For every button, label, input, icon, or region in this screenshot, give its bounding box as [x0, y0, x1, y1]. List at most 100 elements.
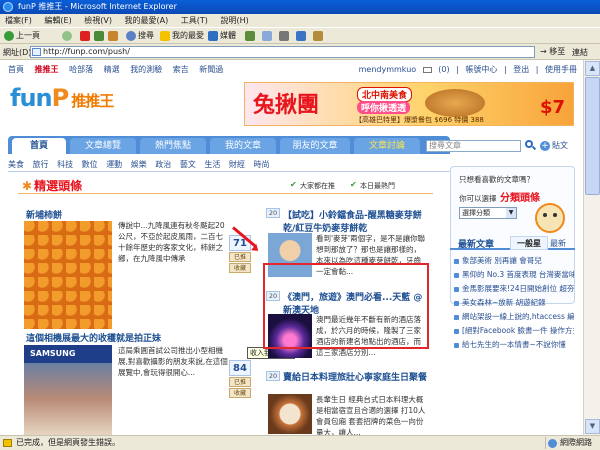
address-input[interactable]: http://funp.com/push/: [30, 46, 535, 58]
list-item[interactable]: 金馬影展要來!24日開始創位 超夯熱門片搶先看: [454, 282, 574, 296]
nav-quiz[interactable]: 我的測驗: [130, 65, 162, 74]
nav-push[interactable]: 推推王: [35, 65, 59, 74]
tab-newest[interactable]: 最新: [550, 238, 566, 249]
nav-blog[interactable]: 哈部落: [69, 65, 93, 74]
links-button[interactable]: 連結: [572, 47, 588, 58]
menu-edit[interactable]: 編輯(E): [39, 14, 76, 27]
list-item[interactable]: 美女森林~放新 胡遊紀錄: [454, 296, 574, 310]
tab-home[interactable]: 首頁: [12, 138, 66, 154]
go-button[interactable]: → 移至: [540, 46, 565, 58]
subcat-finance[interactable]: 財經: [229, 160, 245, 169]
list-item[interactable]: 網站架設一線上說的,htaccess 編輯器 ! 4模板 分類管理【Mimet】: [454, 310, 574, 324]
username[interactable]: mendymmkuo: [359, 65, 417, 74]
print-button[interactable]: [279, 30, 291, 42]
scroll-up-icon[interactable]: ▲: [585, 61, 600, 76]
tab-my-articles[interactable]: 我的文章: [210, 138, 276, 154]
logout-link[interactable]: 登出: [513, 65, 529, 74]
vote-count: 84: [229, 360, 251, 376]
user-bar: mendymmkuo (0) | 帳號中心 | 登出 | 使用手冊: [358, 65, 577, 74]
article-title-link[interactable]: 賣給日本料理旅壯心寧家庭生日聚餐: [283, 370, 431, 383]
menu-help[interactable]: 說明(H): [215, 14, 253, 27]
subcat-travel[interactable]: 旅行: [33, 160, 49, 169]
tab-hot[interactable]: 熱門焦點: [140, 138, 206, 154]
nav-news[interactable]: 新聞過: [199, 65, 223, 74]
camera-expo-image[interactable]: SAMSUNG: [24, 345, 112, 435]
subcat-fashion[interactable]: 時尚: [253, 160, 269, 169]
menu-view[interactable]: 檢視(V): [79, 14, 117, 27]
refresh-button[interactable]: [94, 30, 106, 42]
subcat-politics[interactable]: 政治: [155, 160, 171, 169]
bread-image: [425, 89, 485, 117]
pushed-button[interactable]: 已推: [229, 377, 251, 387]
save-button[interactable]: 收藏: [229, 263, 251, 273]
food-photo[interactable]: [268, 394, 312, 434]
nav-misc[interactable]: 索吉: [173, 65, 189, 74]
tab-friends-articles[interactable]: 朋友的文章: [280, 138, 350, 154]
mascot-icon: [531, 201, 569, 235]
persimmon-image[interactable]: [24, 221, 112, 329]
article-title-link[interactable]: 新埔柿餅: [26, 208, 126, 221]
subcat-tech[interactable]: 科技: [57, 160, 73, 169]
subcat-digital[interactable]: 數位: [82, 160, 98, 169]
list-item[interactable]: 黑仰的 No.3 首度表現 台灣麥當味程式與入龍 棋王審查: [454, 268, 574, 282]
edit-button[interactable]: [296, 30, 308, 42]
subcat-life[interactable]: 生活: [204, 160, 220, 169]
save-button[interactable]: 收藏: [229, 388, 251, 398]
address-bar: 網址(D) http://funp.com/push/ → 移至 連結: [0, 44, 600, 60]
plus-icon: +: [540, 141, 550, 151]
menu-bar: 檔案(F) 編輯(E) 檢視(V) 我的最愛(A) 工具(T) 說明(H): [0, 14, 600, 27]
search-input[interactable]: 搜尋文章: [426, 140, 521, 152]
tab-discussion[interactable]: 文章討論: [354, 138, 420, 154]
article-title-link[interactable]: 這個相機展最大的收穫就是拍正妹: [26, 331, 236, 344]
sort-everyone-push[interactable]: ✔ 大家都在推: [290, 181, 335, 191]
mail-button[interactable]: [262, 30, 274, 42]
tab-all-articles[interactable]: 文章總覽: [70, 138, 136, 154]
category-select[interactable]: 選擇分類 ▼: [459, 207, 517, 219]
sort-daily-hot[interactable]: ✔ 本日最熱門: [350, 181, 395, 191]
history-button[interactable]: [245, 30, 257, 42]
subcat-arts[interactable]: 藝文: [180, 160, 196, 169]
nav-home[interactable]: 首頁: [8, 65, 24, 74]
print-icon: [279, 30, 289, 41]
forward-button[interactable]: [62, 30, 74, 42]
favorites-button[interactable]: 我的最愛: [160, 30, 204, 42]
menu-file[interactable]: 檔案(F): [0, 14, 37, 27]
site-logo[interactable]: funP 推推王: [10, 84, 114, 112]
home-icon: [108, 30, 118, 41]
scroll-down-icon[interactable]: ▼: [585, 419, 600, 434]
subcat-entertainment[interactable]: 娛樂: [131, 160, 147, 169]
vertical-scrollbar[interactable]: ▲ ▼: [583, 60, 600, 435]
section-divider: [18, 193, 433, 194]
tab-latest[interactable]: 最新文章: [458, 237, 494, 250]
manual-link[interactable]: 使用手冊: [545, 65, 577, 74]
list-item[interactable]: 象部美術 別再讓 會哥兒: [454, 254, 574, 268]
subcat-food[interactable]: 美食: [8, 160, 24, 169]
discuss-button[interactable]: [313, 30, 325, 42]
back-button[interactable]: 上一頁: [4, 30, 40, 42]
subcat-sports[interactable]: 運動: [106, 160, 122, 169]
post-article-button[interactable]: + 貼文: [538, 139, 568, 153]
scroll-thumb[interactable]: [585, 77, 600, 195]
article-title-link[interactable]: 【試吃】小鈴鐺食品-醒黑糖麥芽餅乾/紅豆牛奶麥芽餅乾: [283, 208, 425, 234]
search-icon[interactable]: [524, 139, 537, 152]
media-button[interactable]: 媒體: [208, 30, 236, 42]
check-icon: ✔: [290, 180, 297, 189]
pushed-button[interactable]: 已推: [229, 252, 251, 262]
check-icon: ✔: [350, 180, 357, 189]
ad-banner[interactable]: 兔揪團 北中南美食 呼你揪透透 【高雄巴特里】爆漿餐包 $696 特價 388 …: [244, 82, 574, 126]
tab-general[interactable]: 一般星: [510, 236, 548, 250]
menu-tools[interactable]: 工具(T): [176, 14, 213, 27]
stop-button[interactable]: [80, 30, 92, 42]
window-title-bar: funP 推推王 - Microsoft Internet Explorer: [0, 0, 600, 14]
warning-icon[interactable]: [3, 439, 12, 447]
article-desc: 傳說中...九降風連有秋冬颳起20公尺，不亞於起皮風雨，二百七十餘年歷史的客家文…: [118, 221, 225, 263]
list-item[interactable]: 給七先生的一本情書~不說你懂: [454, 338, 574, 352]
mail-icon[interactable]: [422, 66, 432, 73]
search-button[interactable]: 搜尋: [126, 30, 154, 42]
nav-picks[interactable]: 精選: [104, 65, 120, 74]
home-button[interactable]: [108, 30, 120, 42]
account-link[interactable]: 帳號中心: [465, 65, 497, 74]
list-item[interactable]: [絕對Facebook 臉書一件 操作方式與教學效果的 ...]月光下的驚鳴: [454, 324, 574, 338]
menu-favorites[interactable]: 我的最愛(A): [120, 14, 174, 27]
article-desc: 長輩生日 經典台式日本料理大概是相當宿宣且合適的選擇 打10人會員包廂 套套招牌…: [316, 395, 426, 435]
